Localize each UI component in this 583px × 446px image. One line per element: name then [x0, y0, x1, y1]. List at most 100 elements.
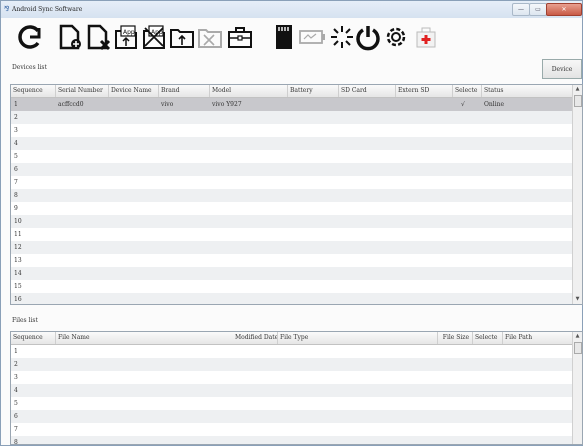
files-scrollbar[interactable]: ▲ [572, 332, 582, 444]
col-status[interactable]: Status [482, 85, 575, 97]
toolbox-button[interactable] [225, 22, 255, 52]
files-table-header: Sequence File Name Modified Date File Ty… [11, 332, 573, 345]
files-list-label: Files list [12, 317, 38, 324]
refresh-button[interactable] [15, 22, 45, 52]
export-folder-button[interactable] [195, 22, 225, 52]
table-row[interactable]: 5 [11, 397, 573, 410]
table-row[interactable]: 1 acffccd0 vivo vivo Y927 √ Online [11, 98, 573, 111]
uninstall-app-button[interactable]: App [139, 22, 169, 52]
maximize-button[interactable]: ▭ [529, 3, 547, 16]
col-sequence[interactable]: Sequence [11, 85, 56, 97]
first-aid-button[interactable] [411, 22, 441, 52]
scroll-up-arrow[interactable]: ▲ [573, 332, 582, 341]
table-row[interactable]: 1 [11, 345, 573, 358]
settings-button[interactable] [381, 22, 411, 52]
install-app-button[interactable]: App [111, 22, 141, 52]
device-extern-sd [396, 98, 398, 111]
table-row[interactable]: 7 [11, 176, 573, 189]
table-row[interactable]: 3 [11, 371, 573, 384]
scroll-down-arrow[interactable]: ▼ [573, 295, 582, 304]
power-icon [356, 26, 380, 51]
table-row[interactable]: 14 [11, 267, 573, 280]
files-table[interactable]: Sequence File Name Modified Date File Ty… [10, 331, 583, 445]
col-device-name[interactable]: Device Name [109, 85, 159, 97]
battery-button[interactable] [297, 22, 327, 52]
row-sequence: 9 [14, 205, 18, 212]
table-row[interactable]: 6 [11, 410, 573, 423]
device-serial: acffccd0 [58, 101, 84, 108]
table-row[interactable]: 8 [11, 189, 573, 202]
table-row[interactable]: 5 [11, 150, 573, 163]
scroll-thumb[interactable] [574, 342, 582, 354]
delete-file-icon [87, 24, 111, 51]
col-sd-card[interactable]: SD Card [339, 85, 396, 97]
first-aid-icon [416, 27, 436, 48]
table-row[interactable]: 2 [11, 358, 573, 371]
table-row[interactable]: 8 [11, 436, 573, 445]
table-row[interactable]: 16 [11, 293, 573, 304]
row-sequence: 7 [14, 426, 18, 433]
table-row[interactable]: 2 [11, 111, 573, 124]
col-model[interactable]: Model [210, 85, 288, 97]
col-selected[interactable]: Selecte [473, 332, 503, 344]
devices-table[interactable]: Sequence Serial Number Device Name Brand… [10, 84, 583, 305]
row-sequence: 4 [14, 140, 18, 147]
col-serial-number[interactable]: Serial Number [56, 85, 109, 97]
toolbox-icon [228, 27, 252, 48]
device-name-button[interactable]: Device Name [542, 59, 582, 93]
row-sequence: 10 [14, 218, 22, 225]
col-sequence[interactable]: Sequence [11, 332, 56, 344]
col-file-type[interactable]: File Type [278, 332, 438, 344]
devices-scrollbar[interactable]: ▲ ▼ [572, 85, 582, 304]
row-sequence: 15 [14, 283, 22, 290]
col-brand[interactable]: Brand [159, 85, 210, 97]
main-window: ⅋ Android Sync Software — ▭ ✕ App App De… [0, 0, 583, 446]
device-battery [288, 98, 290, 111]
row-sequence: 11 [14, 231, 22, 238]
install-app-icon: App [115, 25, 137, 49]
sd-card-icon [276, 25, 292, 49]
row-sequence: 3 [14, 374, 18, 381]
scroll-thumb[interactable] [574, 95, 582, 107]
power-button[interactable] [353, 22, 383, 52]
uninstall-app-icon: App [143, 25, 165, 49]
row-sequence: 5 [14, 153, 18, 160]
row-sequence: 1 [14, 348, 18, 355]
settings-icon [386, 27, 406, 47]
col-modified-date[interactable]: Modified Date [233, 332, 278, 344]
scroll-up-arrow[interactable]: ▲ [573, 85, 582, 94]
table-row[interactable]: 13 [11, 254, 573, 267]
col-battery[interactable]: Battery [288, 85, 339, 97]
table-row[interactable]: 6 [11, 163, 573, 176]
row-sequence: 2 [14, 114, 18, 121]
toolbar: App App [1, 18, 582, 56]
add-file-button[interactable] [55, 22, 85, 52]
sd-card-button[interactable] [269, 22, 299, 52]
table-row[interactable]: 3 [11, 124, 573, 137]
table-row[interactable]: 9 [11, 202, 573, 215]
table-row[interactable]: 15 [11, 280, 573, 293]
devices-list-label: Devices list [12, 64, 47, 71]
minimize-button[interactable]: — [512, 3, 530, 16]
table-row[interactable]: 7 [11, 423, 573, 436]
delete-file-button[interactable] [83, 22, 113, 52]
col-file-size[interactable]: File Size [438, 332, 473, 344]
table-row[interactable]: 10 [11, 215, 573, 228]
device-brand: vivo [161, 101, 174, 108]
device-name [109, 98, 111, 111]
row-sequence: 8 [14, 192, 18, 199]
table-row[interactable]: 11 [11, 228, 573, 241]
window-title: Android Sync Software [12, 6, 83, 13]
row-sequence: 8 [14, 439, 18, 445]
table-row[interactable]: 4 [11, 137, 573, 150]
row-sequence: 1 [14, 101, 18, 108]
upload-folder-button[interactable] [167, 22, 197, 52]
row-sequence: 2 [14, 361, 18, 368]
col-extern-sd[interactable]: Extern SD [396, 85, 453, 97]
row-sequence: 12 [14, 244, 22, 251]
close-button[interactable]: ✕ [546, 3, 582, 16]
col-selected[interactable]: Selecte [453, 85, 482, 97]
table-row[interactable]: 12 [11, 241, 573, 254]
table-row[interactable]: 4 [11, 384, 573, 397]
col-file-path[interactable]: File Path [503, 332, 575, 344]
